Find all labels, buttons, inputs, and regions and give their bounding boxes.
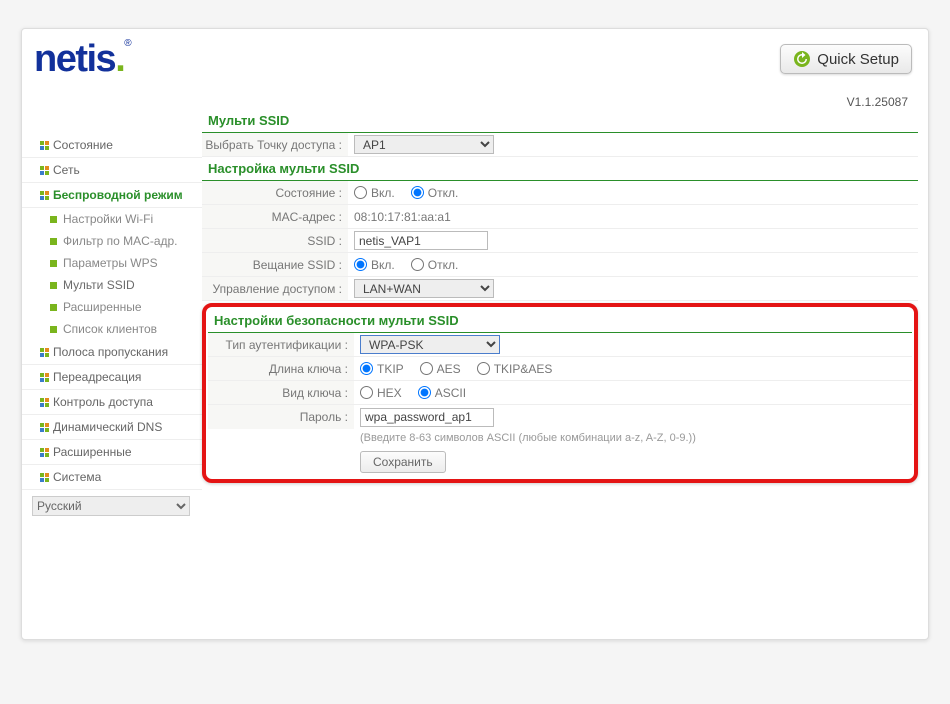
security-highlight-box: Настройки безопасности мульти SSID Тип а… (202, 303, 918, 483)
sidebar-label: Контроль доступа (53, 395, 153, 409)
broadcast-on-radio[interactable] (354, 258, 367, 271)
sidebar-sub-wps[interactable]: Параметры WPS (22, 252, 202, 274)
key-tkip-radio[interactable] (360, 362, 373, 375)
sidebar-item-system[interactable]: Система (22, 465, 202, 490)
state-on-label: Вкл. (371, 186, 395, 200)
access-label: Управление доступом : (202, 277, 348, 300)
auth-type-dropdown[interactable]: WPA-PSK (360, 335, 500, 354)
refresh-icon (793, 50, 811, 68)
mac-label: MAC-адрес : (202, 205, 348, 228)
mac-value: 08:10:17:81:aa:a1 (354, 210, 451, 224)
state-off-radio[interactable] (411, 186, 424, 199)
language-select[interactable]: Русский (32, 496, 190, 516)
sidebar-item-advanced[interactable]: Расширенные (22, 440, 202, 465)
sidebar-item-bandwidth[interactable]: Полоса пропускания (22, 340, 202, 365)
keytype-ascii-radio[interactable] (418, 386, 431, 399)
key-both-label: TKIP&AES (494, 362, 553, 376)
broadcast-off-radio[interactable] (411, 258, 424, 271)
bullet-icon (50, 304, 57, 311)
sidebar-sub-macfilter[interactable]: Фильтр по MAC-адр. (22, 230, 202, 252)
firmware-version: V1.1.25087 (202, 89, 928, 109)
sidebar-label: Сеть (53, 163, 80, 177)
key-tkip-label: TKIP (377, 362, 404, 376)
sidebar-sub-wifi[interactable]: Настройки Wi-Fi (22, 208, 202, 230)
key-aes-radio[interactable] (420, 362, 433, 375)
state-off-label: Откл. (428, 186, 459, 200)
brand-dot: . (115, 38, 124, 80)
bullet-icon (50, 282, 57, 289)
sidebar-sub-label: Настройки Wi-Fi (63, 212, 153, 226)
bullet-icon (50, 260, 57, 267)
sidebar-sub-label: Фильтр по MAC-адр. (63, 234, 178, 248)
sidebar-sub-clients[interactable]: Список клиентов (22, 318, 202, 340)
access-dropdown[interactable]: LAN+WAN (354, 279, 494, 298)
section-multi-ssid: Мульти SSID (202, 109, 918, 133)
ssid-input[interactable] (354, 231, 488, 250)
menu-dots-icon (40, 373, 49, 382)
menu-dots-icon (40, 398, 49, 407)
bullet-icon (50, 326, 57, 333)
brand-tm: ® (124, 38, 131, 49)
sidebar-sub-label: Параметры WPS (63, 256, 158, 270)
sidebar-label: Состояние (53, 138, 113, 152)
menu-dots-icon (40, 473, 49, 482)
sidebar-label: Система (53, 470, 101, 484)
sidebar-label: Переадресация (53, 370, 141, 384)
key-aes-label: AES (437, 362, 461, 376)
menu-dots-icon (40, 166, 49, 175)
menu-dots-icon (40, 423, 49, 432)
bullet-icon (50, 238, 57, 245)
select-ap-dropdown[interactable]: AP1 (354, 135, 494, 154)
keytype-label: Вид ключа : (208, 381, 354, 404)
sidebar-label: Беспроводной режим (53, 188, 183, 202)
app-frame: netis.® Quick Setup Состояние Сеть Беспр… (21, 28, 929, 640)
bullet-icon (50, 216, 57, 223)
sidebar-item-network[interactable]: Сеть (22, 158, 202, 183)
sidebar-sub-advanced[interactable]: Расширенные (22, 296, 202, 318)
sidebar-item-forwarding[interactable]: Переадресация (22, 365, 202, 390)
keytype-hex-radio[interactable] (360, 386, 373, 399)
state-label: Состояние : (202, 181, 348, 204)
sidebar-sub-label: Список клиентов (63, 322, 157, 336)
sidebar-item-ddns[interactable]: Динамический DNS (22, 415, 202, 440)
sidebar: Состояние Сеть Беспроводной режим Настро… (22, 89, 202, 522)
state-on-radio[interactable] (354, 186, 367, 199)
keytype-hex-label: HEX (377, 386, 402, 400)
menu-dots-icon (40, 141, 49, 150)
sidebar-item-status[interactable]: Состояние (22, 133, 202, 158)
sidebar-item-access[interactable]: Контроль доступа (22, 390, 202, 415)
sidebar-sub-label: Расширенные (63, 300, 142, 314)
quick-setup-label: Quick Setup (817, 51, 899, 68)
broadcast-off-label: Откл. (428, 258, 459, 272)
sidebar-label: Расширенные (53, 445, 132, 459)
main: V1.1.25087 Мульти SSID Выбрать Точку дос… (202, 89, 928, 522)
save-button[interactable]: Сохранить (360, 451, 446, 473)
broadcast-label: Вещание SSID : (202, 253, 348, 276)
quick-setup-button[interactable]: Quick Setup (780, 44, 912, 74)
menu-dots-icon (40, 348, 49, 357)
ssid-label: SSID : (202, 229, 348, 252)
sidebar-label: Динамический DNS (53, 420, 162, 434)
password-label: Пароль : (208, 405, 354, 429)
menu-dots-icon (40, 191, 49, 200)
broadcast-on-label: Вкл. (371, 258, 395, 272)
auth-label: Тип аутентификации : (208, 333, 354, 356)
section-security: Настройки безопасности мульти SSID (208, 309, 912, 333)
password-hint: (Введите 8-63 символов ASCII (любые комб… (208, 429, 912, 447)
header: netis.® Quick Setup (22, 29, 928, 89)
sidebar-label: Полоса пропускания (53, 345, 168, 359)
sidebar-sub-multissid[interactable]: Мульти SSID (22, 274, 202, 296)
section-config: Настройка мульти SSID (202, 157, 918, 181)
select-ap-label: Выбрать Точку доступа : (202, 133, 348, 156)
brand-logo: netis.® (34, 38, 132, 81)
sidebar-sub-label: Мульти SSID (63, 278, 135, 292)
keytype-ascii-label: ASCII (435, 386, 466, 400)
password-input[interactable] (360, 408, 494, 427)
keylen-label: Длина ключа : (208, 357, 354, 380)
menu-dots-icon (40, 448, 49, 457)
brand-text: netis (34, 38, 115, 80)
key-both-radio[interactable] (477, 362, 490, 375)
sidebar-item-wireless[interactable]: Беспроводной режим (22, 183, 202, 208)
